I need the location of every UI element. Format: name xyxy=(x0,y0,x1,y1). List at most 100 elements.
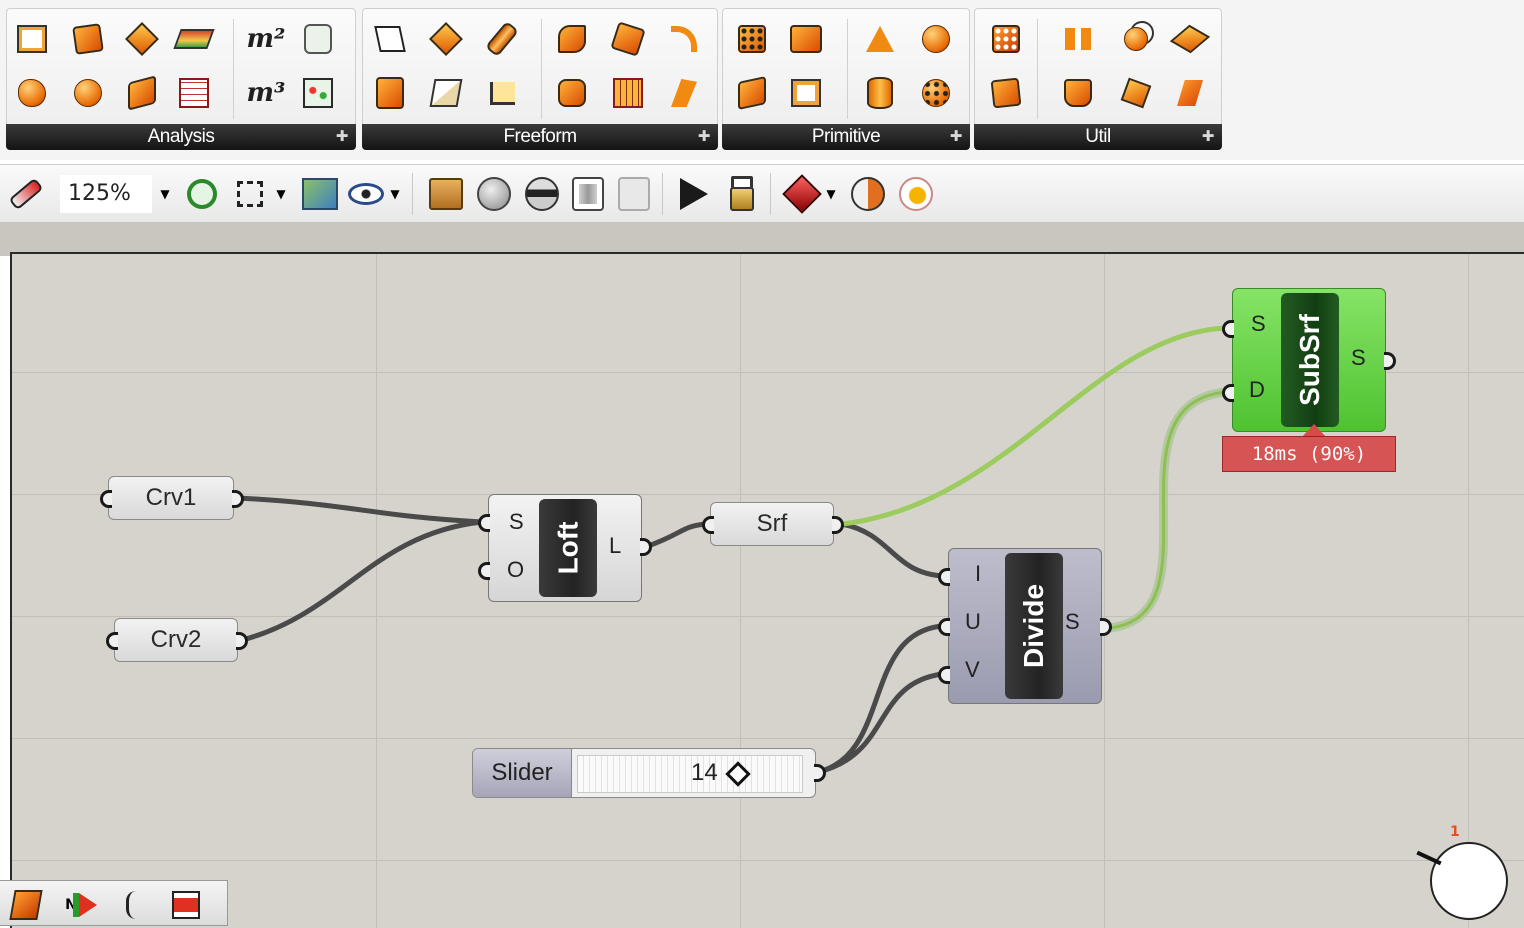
sketch-pen-icon[interactable] xyxy=(4,174,48,214)
chevron-down-icon[interactable]: ▼ xyxy=(388,174,402,214)
input-grip[interactable] xyxy=(1222,320,1234,338)
widget-north-arrow-icon[interactable]: N xyxy=(58,889,104,921)
retrim-icon[interactable] xyxy=(1171,73,1209,113)
plane-box-icon[interactable] xyxy=(787,73,825,113)
compass-widget[interactable]: 1 xyxy=(1416,824,1508,920)
input-grip[interactable] xyxy=(702,516,714,534)
box-2pt-icon[interactable] xyxy=(787,19,825,59)
color-swatch-icon[interactable] xyxy=(846,174,890,214)
network-surface-icon[interactable] xyxy=(609,19,647,59)
input-grip[interactable] xyxy=(1222,384,1234,402)
input-grip[interactable] xyxy=(106,632,118,650)
ruled-surface-icon[interactable] xyxy=(483,73,521,113)
input-grip[interactable] xyxy=(938,568,950,586)
surface-frames-icon[interactable] xyxy=(987,19,1025,59)
expand-panel-icon[interactable]: ✚ xyxy=(1202,124,1215,150)
plane-closest-point-icon[interactable] xyxy=(123,73,161,113)
input-grip[interactable] xyxy=(478,514,490,532)
selected-only-icon[interactable] xyxy=(566,174,610,214)
subsrf-output-s[interactable]: S xyxy=(1351,345,1366,371)
panel-freeform-bar[interactable]: Freeform ✚ xyxy=(362,124,718,150)
bounding-box-icon[interactable] xyxy=(13,19,51,59)
chevron-down-icon[interactable]: ▼ xyxy=(158,174,172,214)
expand-panel-icon[interactable]: ✚ xyxy=(336,124,349,150)
chevron-down-icon[interactable]: ▼ xyxy=(824,174,838,214)
slider-track[interactable] xyxy=(577,755,803,793)
surface-analysis-icon[interactable] xyxy=(173,19,215,59)
input-grip[interactable] xyxy=(478,562,490,580)
grid-surface-icon[interactable] xyxy=(609,73,647,113)
box-corners-icon[interactable] xyxy=(733,73,771,113)
lock-solver-icon[interactable] xyxy=(722,174,762,214)
fragment-icon[interactable] xyxy=(665,73,703,113)
extrude-linear-icon[interactable] xyxy=(371,73,409,113)
flip-surface-icon[interactable] xyxy=(1117,73,1155,113)
input-grip[interactable] xyxy=(938,618,950,636)
param-srf[interactable]: Srf xyxy=(710,502,834,546)
map-points-icon[interactable] xyxy=(299,73,337,113)
volume-m3-icon[interactable]: m³ xyxy=(247,73,286,113)
sphere-icon[interactable] xyxy=(917,19,955,59)
preview-eye-icon[interactable] xyxy=(346,174,386,214)
divide-input-i[interactable]: I xyxy=(975,561,981,587)
dice-box-icon[interactable] xyxy=(733,19,771,59)
loft-input-o[interactable]: O xyxy=(507,557,524,583)
input-grip[interactable] xyxy=(938,666,950,684)
material-shader-icon[interactable] xyxy=(780,174,824,214)
brep-edges-icon[interactable] xyxy=(1117,19,1155,59)
rail-revolution-icon[interactable] xyxy=(665,19,703,59)
offset-surface-icon[interactable] xyxy=(1169,19,1211,59)
zoom-extents-icon[interactable] xyxy=(182,174,222,214)
shaded-preview-icon[interactable] xyxy=(520,174,564,214)
sweep-icon[interactable] xyxy=(553,19,591,59)
component-divide[interactable]: I U V Divide S xyxy=(948,548,1102,704)
sphere-points-icon[interactable] xyxy=(917,73,955,113)
panel-util-bar[interactable]: Util ✚ xyxy=(974,124,1222,150)
number-slider[interactable]: Slider 14 xyxy=(472,748,816,798)
expand-panel-icon[interactable]: ✚ xyxy=(698,124,711,150)
loft-output-l[interactable]: L xyxy=(609,533,621,559)
zoom-level-field[interactable]: 125% xyxy=(60,175,152,213)
cylinder-icon[interactable] xyxy=(861,73,899,113)
subsrf-input-s[interactable]: S xyxy=(1251,311,1266,337)
curve-closest-point-icon[interactable] xyxy=(69,73,107,113)
subsrf-input-d[interactable]: D xyxy=(1249,377,1265,403)
excel-data-icon[interactable] xyxy=(299,19,337,59)
extrude-icon[interactable] xyxy=(427,19,465,59)
divide-split-icon[interactable] xyxy=(1059,19,1097,59)
named-views-icon[interactable] xyxy=(298,174,342,214)
cap-holes-icon[interactable] xyxy=(1059,73,1097,113)
chevron-down-icon[interactable]: ▼ xyxy=(274,174,288,214)
cone-icon[interactable] xyxy=(861,19,899,59)
divide-input-v[interactable]: V xyxy=(965,657,980,683)
divide-output-s[interactable]: S xyxy=(1065,609,1080,635)
param-crv2[interactable]: Crv2 xyxy=(114,618,238,662)
boundary-box-icon[interactable] xyxy=(427,73,465,113)
focus-icon[interactable] xyxy=(230,174,270,214)
widget-align-icon[interactable] xyxy=(170,889,202,921)
run-solver-icon[interactable] xyxy=(672,174,716,214)
slider-name[interactable]: Slider xyxy=(473,749,572,797)
panel-analysis-bar[interactable]: Analysis ✚ xyxy=(6,124,356,150)
pipe-icon[interactable] xyxy=(483,19,521,59)
widget-markov-icon[interactable] xyxy=(118,889,150,921)
panel-primitive-bar[interactable]: Primitive ✚ xyxy=(722,124,970,150)
component-subsrf[interactable]: S D SubSrf S xyxy=(1232,288,1386,432)
input-grip[interactable] xyxy=(100,490,112,508)
divide-input-u[interactable]: U xyxy=(965,609,981,635)
no-preview-icon[interactable] xyxy=(612,174,656,214)
isotrim-icon[interactable] xyxy=(987,73,1025,113)
polyline-icon[interactable] xyxy=(371,19,409,59)
bake-egg-icon[interactable] xyxy=(894,174,938,214)
patch-icon[interactable] xyxy=(553,73,591,113)
component-loft[interactable]: S O Loft L xyxy=(488,494,642,602)
param-crv1[interactable]: Crv1 xyxy=(108,476,234,520)
point-on-curve-icon[interactable] xyxy=(13,73,51,113)
deconstruct-vector-icon[interactable] xyxy=(69,19,107,59)
box-preview-icon[interactable] xyxy=(424,174,468,214)
point-grid-icon[interactable] xyxy=(175,73,213,113)
wireframe-preview-icon[interactable] xyxy=(472,174,516,214)
loft-input-s[interactable]: S xyxy=(509,509,524,535)
expand-panel-icon[interactable]: ✚ xyxy=(950,124,963,150)
area-m2-icon[interactable]: m² xyxy=(247,19,286,59)
